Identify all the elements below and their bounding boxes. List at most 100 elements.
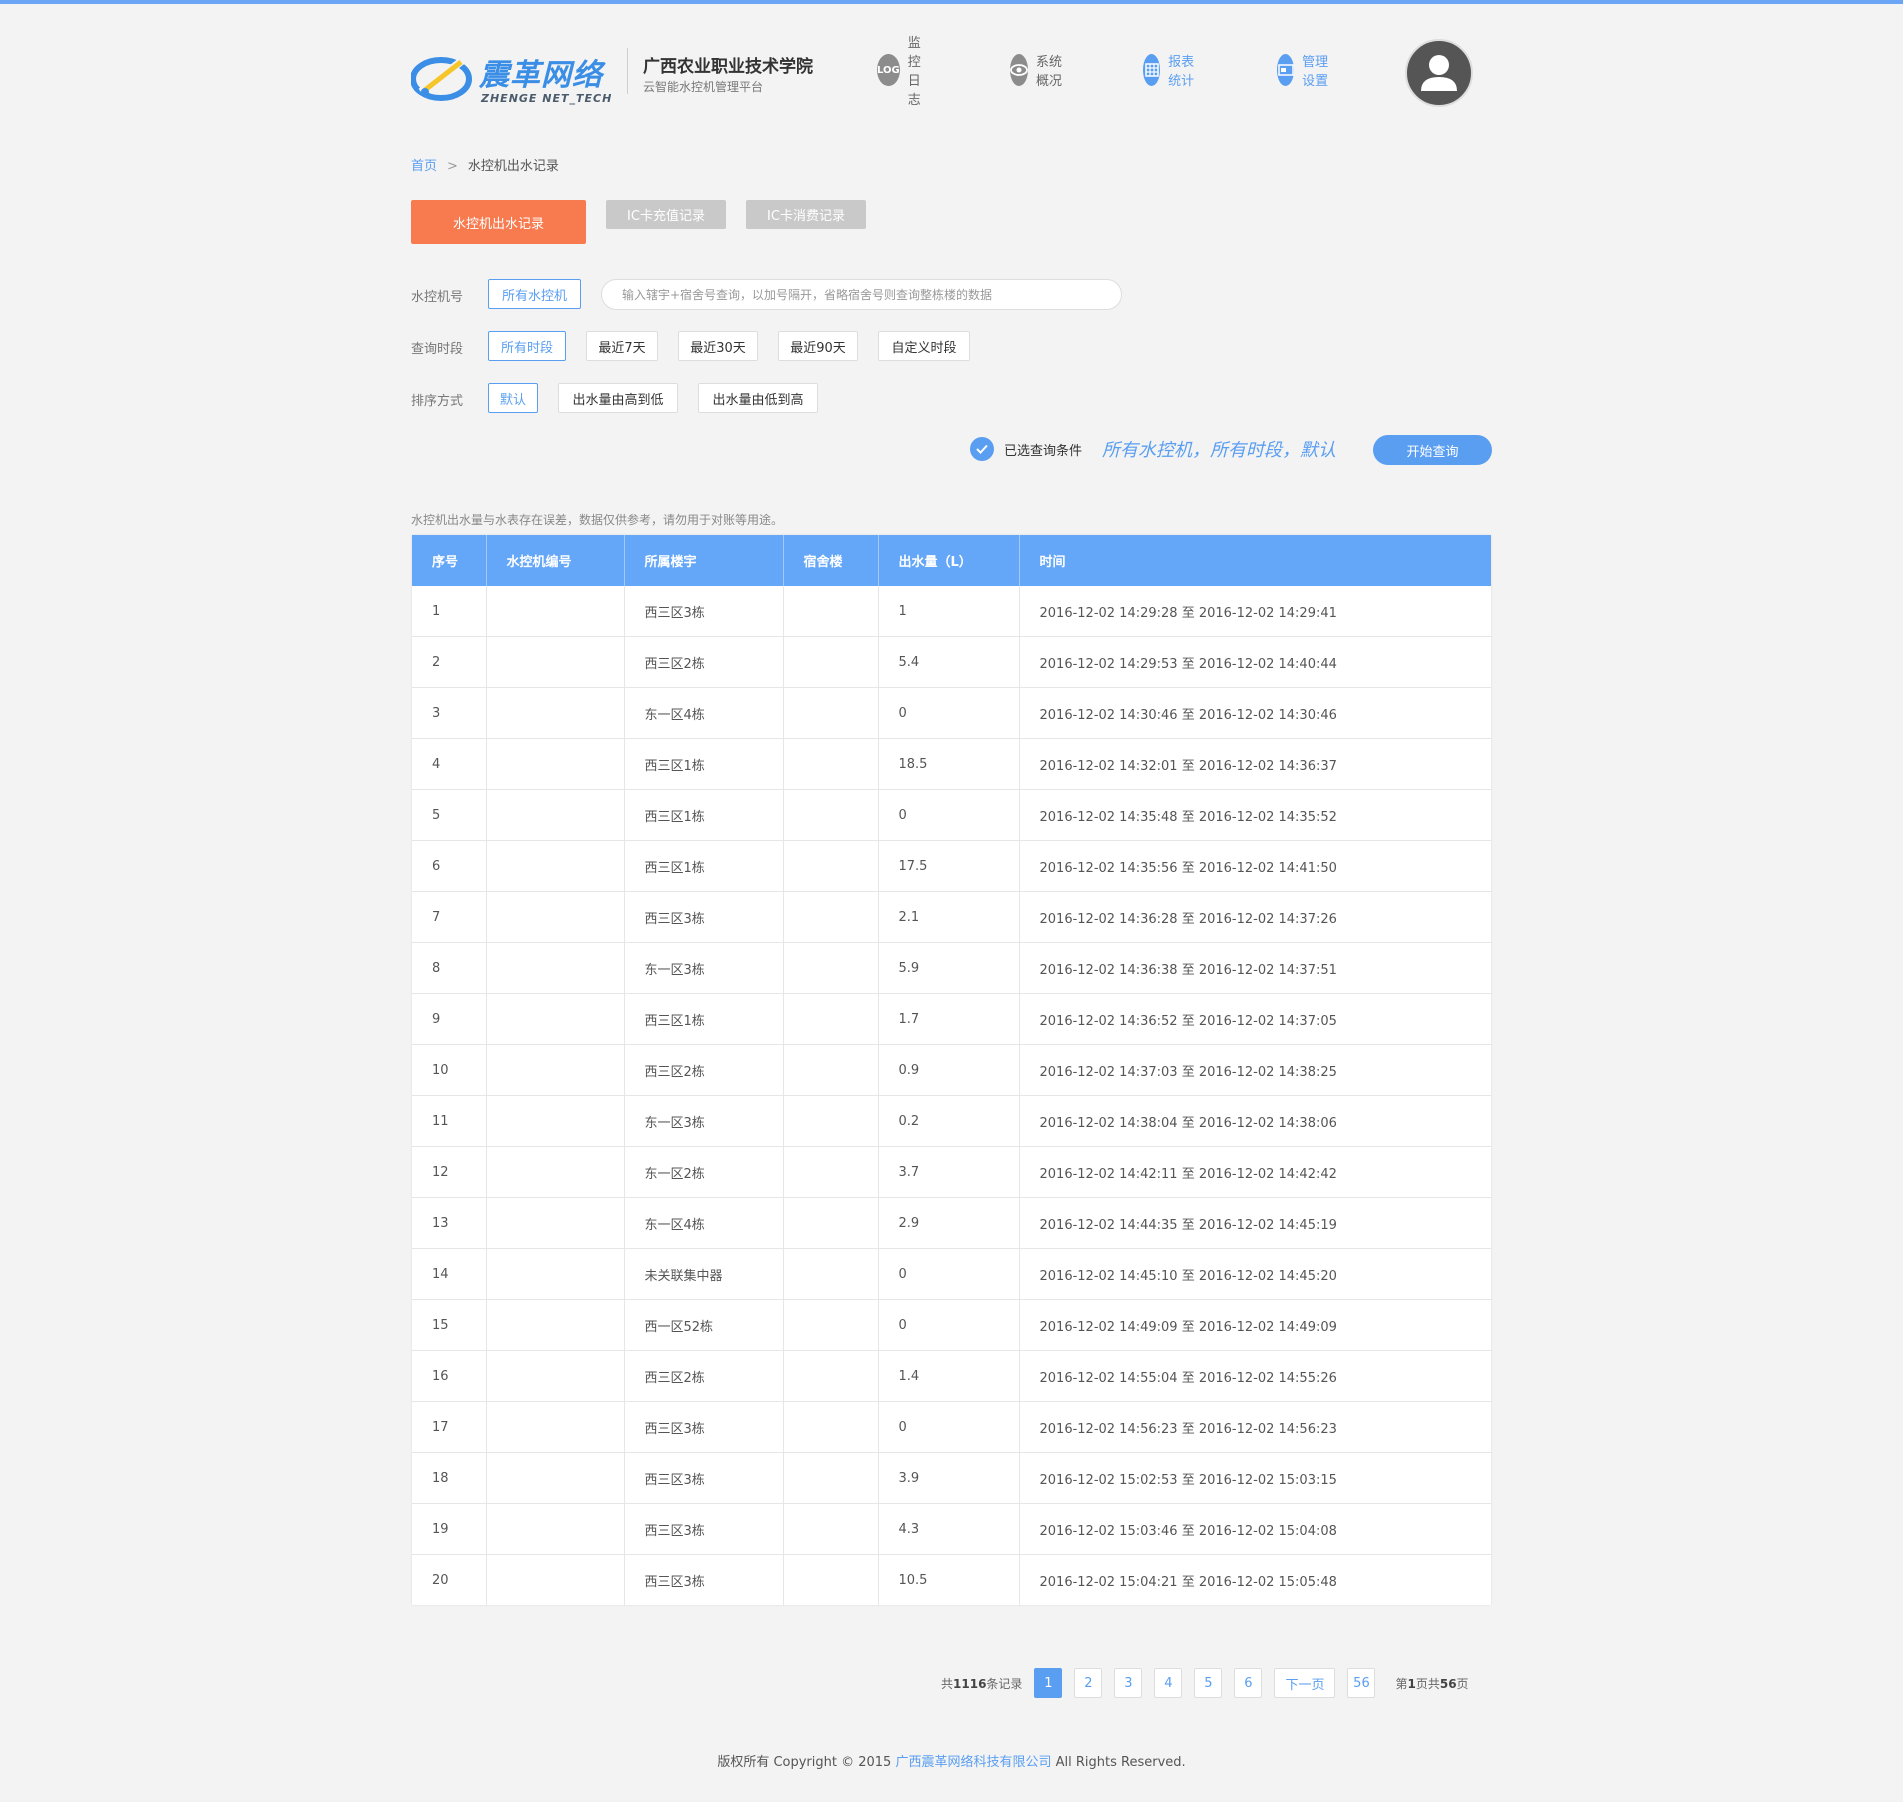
table-row[interactable]: 11 东一区3栋 0.2 2016-12-02 14:38:04 至 2016-12-… <box>412 1095 1491 1147</box>
cell-water-volume: 0 <box>878 1248 1020 1300</box>
tab-water-output-records[interactable]: 水控机出水记录 <box>411 200 586 244</box>
sort-option-default[interactable]: 默认 <box>488 383 538 413</box>
table-row[interactable]: 12 东一区2栋 3.7 2016-12-02 14:42:11 至 2016-12-… <box>412 1146 1491 1198</box>
cell-index: 10 <box>412 1044 487 1096</box>
machine-option-all[interactable]: 所有水控机 <box>488 279 581 309</box>
cell-building: 西一区52栋 <box>624 1299 784 1351</box>
cell-building: 西三区3栋 <box>624 586 784 637</box>
cell-machine-id <box>486 942 625 994</box>
column-header-index[interactable]: 序号 <box>412 535 487 586</box>
table-row[interactable]: 10 西三区2栋 0.9 2016-12-02 14:37:03 至 2016-12-… <box>412 1044 1491 1096</box>
cell-dorm <box>783 636 879 688</box>
column-header-building[interactable]: 所属楼宇 <box>624 535 784 586</box>
cell-building: 西三区2栋 <box>624 636 784 688</box>
cell-building: 西三区1栋 <box>624 789 784 841</box>
period-option-custom[interactable]: 自定义时段 <box>878 331 970 361</box>
table-row[interactable]: 13 东一区4栋 2.9 2016-12-02 14:44:35 至 2016-12-… <box>412 1197 1491 1249</box>
cell-time: 2016-12-02 15:03:46 至 2016-12-02 15:04:0… <box>1019 1503 1491 1555</box>
tab-ic-recharge-records[interactable]: IC卡充值记录 <box>606 200 726 229</box>
cell-time: 2016-12-02 14:49:09 至 2016-12-02 14:49:0… <box>1019 1299 1491 1351</box>
cell-machine-id <box>486 1248 625 1300</box>
page-button[interactable]: 1 <box>1034 1668 1063 1698</box>
user-avatar[interactable] <box>1405 39 1473 107</box>
cell-building: 西三区3栋 <box>624 1401 784 1453</box>
cell-building: 东一区3栋 <box>624 1095 784 1147</box>
company-link[interactable]: 广西震革网络科技有限公司 <box>895 1755 1051 1770</box>
period-option-30-days[interactable]: 最近30天 <box>678 331 758 361</box>
table-row[interactable]: 16 西三区2栋 1.4 2016-12-02 14:55:04 至 2016-12-… <box>412 1350 1491 1402</box>
breadcrumb-home[interactable]: 首页 <box>411 159 437 174</box>
cell-building: 西三区1栋 <box>624 840 784 892</box>
cell-time: 2016-12-02 14:29:53 至 2016-12-02 14:40:4… <box>1019 636 1491 688</box>
cell-time: 2016-12-02 14:55:04 至 2016-12-02 14:55:2… <box>1019 1350 1491 1402</box>
cell-dorm <box>783 891 879 943</box>
start-query-button[interactable]: 开始查询 <box>1373 435 1492 465</box>
cell-dorm <box>783 1554 879 1605</box>
period-option-7-days[interactable]: 最近7天 <box>586 331 658 361</box>
page-button[interactable]: 6 <box>1234 1668 1263 1698</box>
table-row[interactable]: 7 西三区3栋 2.1 2016-12-02 14:36:28 至 2016-12-0… <box>412 891 1491 943</box>
nav-report-stats[interactable]: 报表统计 <box>1143 50 1196 90</box>
table-row[interactable]: 5 西三区1栋 0 2016-12-02 14:35:48 至 2016-12-02 … <box>412 789 1491 841</box>
table-row[interactable]: 6 西三区1栋 17.5 2016-12-02 14:35:56 至 2016-12-… <box>412 840 1491 892</box>
tab-ic-consumption-records[interactable]: IC卡消费记录 <box>746 200 866 229</box>
cell-index: 1 <box>412 586 487 637</box>
cell-time: 2016-12-02 14:36:38 至 2016-12-02 14:37:5… <box>1019 942 1491 994</box>
cell-machine-id <box>486 1095 625 1147</box>
cell-water-volume: 0 <box>878 687 1020 739</box>
next-page-button[interactable]: 下一页 <box>1274 1668 1336 1698</box>
header: 震革网络 ZHENGE NET_TECH 广西农业职业技术学院 云智能水控机管理… <box>411 30 1473 150</box>
period-option-90-days[interactable]: 最近90天 <box>778 331 858 361</box>
cell-building: 西三区3栋 <box>624 1452 784 1504</box>
cell-dorm <box>783 1401 879 1453</box>
table-row[interactable]: 3 东一区4栋 0 2016-12-02 14:30:46 至 2016-12-02 … <box>412 687 1491 739</box>
copyright-text: 版权所有 Copyright © 2015 <box>717 1755 896 1770</box>
column-header-machine-id[interactable]: 水控机编号 <box>486 535 625 586</box>
nav-monitor-log[interactable]: LOG 监控日志 <box>877 36 930 108</box>
cell-index: 2 <box>412 636 487 688</box>
table-row[interactable]: 8 东一区3栋 5.9 2016-12-02 14:36:38 至 2016-12-0… <box>412 942 1491 994</box>
cell-building: 西三区2栋 <box>624 1350 784 1402</box>
table-row[interactable]: 18 西三区3栋 3.9 2016-12-02 15:02:53 至 2016-12-… <box>412 1452 1491 1504</box>
sort-option-high-to-low[interactable]: 出水量由高到低 <box>558 383 678 413</box>
logo[interactable]: 震革网络 ZHENGE NET_TECH <box>411 48 621 112</box>
sort-option-low-to-high[interactable]: 出水量由低到高 <box>698 383 818 413</box>
platform-subtitle: 云智能水控机管理平台 <box>643 80 764 94</box>
total-records: 共1116条记录 <box>941 1676 1023 1691</box>
page-button[interactable]: 2 <box>1074 1668 1103 1698</box>
cell-machine-id <box>486 1299 625 1351</box>
page-button[interactable]: 5 <box>1194 1668 1223 1698</box>
cell-index: 19 <box>412 1503 487 1555</box>
table-row[interactable]: 2 西三区2栋 5.4 2016-12-02 14:29:53 至 2016-12-0… <box>412 636 1491 688</box>
cell-index: 17 <box>412 1401 487 1453</box>
nav-system-overview[interactable]: 系统概况 <box>1010 50 1063 90</box>
table-row[interactable]: 14 未关联集中器 0 2016-12-02 14:45:10 至 2016-12-0… <box>412 1248 1491 1300</box>
table-row[interactable]: 19 西三区3栋 4.3 2016-12-02 15:03:46 至 2016-12-… <box>412 1503 1491 1555</box>
table-row[interactable]: 1 西三区3栋 1 2016-12-02 14:29:28 至 2016-12-02 … <box>412 586 1491 637</box>
cell-water-volume: 2.1 <box>878 891 1020 943</box>
table-row[interactable]: 4 西三区1栋 18.5 2016-12-02 14:32:01 至 2016-12-… <box>412 738 1491 790</box>
top-accent-bar <box>0 0 1903 4</box>
cell-index: 12 <box>412 1146 487 1198</box>
period-option-all[interactable]: 所有时段 <box>488 331 566 361</box>
cell-building: 西三区3栋 <box>624 891 784 943</box>
table-body: 1 西三区3栋 1 2016-12-02 14:29:28 至 2016-12-02 … <box>412 586 1491 1605</box>
cell-water-volume: 3.7 <box>878 1146 1020 1198</box>
table-row[interactable]: 9 西三区1栋 1.7 2016-12-02 14:36:52 至 2016-12-0… <box>412 993 1491 1045</box>
nav-management-settings[interactable]: 管理设置 <box>1277 50 1330 90</box>
column-header-dorm[interactable]: 宿舍楼 <box>783 535 879 586</box>
page-button[interactable]: 3 <box>1114 1668 1143 1698</box>
eye-icon <box>1010 54 1028 86</box>
column-header-water-volume[interactable]: 出水量（L） <box>878 535 1020 586</box>
column-header-time[interactable]: 时间 <box>1019 535 1491 586</box>
table-row[interactable]: 15 西一区52栋 0 2016-12-02 14:49:09 至 2016-12-0… <box>412 1299 1491 1351</box>
check-icon <box>970 437 994 461</box>
logo-subtext: ZHENGE NET_TECH <box>481 92 613 105</box>
last-page-button[interactable]: 56 <box>1347 1668 1376 1698</box>
cell-dorm <box>783 1146 879 1198</box>
page-button[interactable]: 4 <box>1154 1668 1183 1698</box>
table-row[interactable]: 20 西三区3栋 10.5 2016-12-02 15:04:21 至 2016-12… <box>412 1554 1491 1605</box>
cell-index: 4 <box>412 738 487 790</box>
search-input[interactable] <box>601 279 1122 310</box>
table-row[interactable]: 17 西三区3栋 0 2016-12-02 14:56:23 至 2016-12-02… <box>412 1401 1491 1453</box>
